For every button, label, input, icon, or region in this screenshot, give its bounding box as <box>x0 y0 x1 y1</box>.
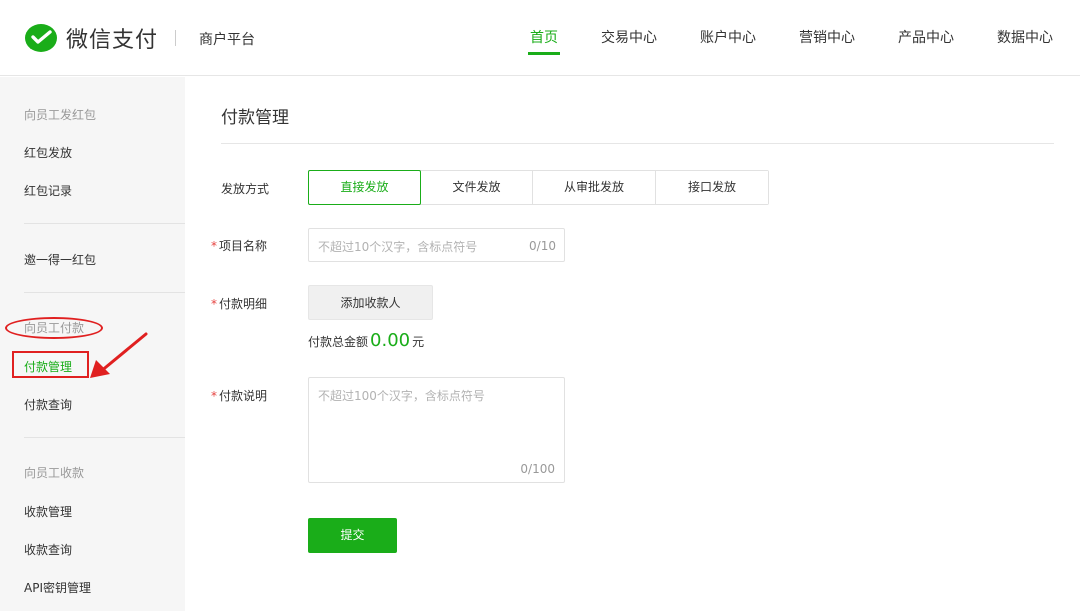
annotation-arrow-icon <box>90 332 148 378</box>
method-api-button[interactable]: 接口发放 <box>656 171 768 204</box>
project-name-placeholder: 不超过10个汉字，含标点符号 <box>318 240 478 254</box>
payment-description-textarea[interactable]: 不超过100个汉字，含标点符号 0/100 <box>308 377 565 483</box>
method-file-button[interactable]: 文件发放 <box>421 171 533 204</box>
method-direct-button[interactable]: 直接发放 <box>308 170 421 205</box>
sidebar-divider <box>24 292 185 293</box>
payment-description-placeholder: 不超过100个汉字，含标点符号 <box>318 389 485 403</box>
sidebar-item-invite-red-packet[interactable]: 邀一得一红包 <box>24 251 96 268</box>
sidebar-item-red-packet-records[interactable]: 红包记录 <box>24 182 72 199</box>
project-name-label-text: 项目名称 <box>219 239 268 253</box>
project-name-input[interactable]: 不超过10个汉字，含标点符号 0/10 <box>308 228 565 262</box>
sidebar-item-payment-query[interactable]: 付款查询 <box>24 396 72 413</box>
title-divider <box>221 143 1054 144</box>
payment-description-label: * 付款说明 <box>211 387 268 404</box>
total-amount-label: 付款总金额 <box>308 335 369 349</box>
page-title: 付款管理 <box>221 108 289 128</box>
sidebar-item-red-packet-send[interactable]: 红包发放 <box>24 144 72 161</box>
payment-detail-label-text: 付款明细 <box>219 297 268 311</box>
method-approval-button[interactable]: 从审批发放 <box>533 171 656 204</box>
nav-active-indicator <box>528 52 560 55</box>
wechat-pay-logo-icon <box>25 24 57 52</box>
method-segmented-control: 直接发放 文件发放 从审批发放 接口发放 <box>308 170 769 205</box>
nav-transactions[interactable]: 交易中心 <box>601 27 657 47</box>
top-header: 微信支付 商户平台 首页 交易中心 账户中心 营销中心 产品中心 数据中心 <box>0 0 1080 76</box>
submit-button[interactable]: 提交 <box>308 518 397 553</box>
nav-marketing[interactable]: 营销中心 <box>799 27 855 47</box>
total-amount-unit: 元 <box>412 335 425 349</box>
project-name-counter: 0/10 <box>529 239 556 253</box>
payment-description-label-text: 付款说明 <box>219 389 268 403</box>
sidebar-section-collection: 向员工收款 <box>24 466 85 480</box>
brand-name: 微信支付 <box>66 28 159 53</box>
nav-home[interactable]: 首页 <box>530 27 558 47</box>
sidebar-item-collection-management[interactable]: 收款管理 <box>24 503 72 520</box>
total-amount-value: 0.00 <box>370 330 411 351</box>
nav-account[interactable]: 账户中心 <box>700 27 756 47</box>
required-asterisk: * <box>211 297 217 311</box>
total-amount: 付款总金额 0.00 元 <box>308 330 424 351</box>
sidebar-item-collection-query[interactable]: 收款查询 <box>24 541 72 558</box>
brand-subtitle: 商户平台 <box>199 32 255 48</box>
required-asterisk: * <box>211 389 217 403</box>
sidebar-item-api-key[interactable]: API密钥管理 <box>24 579 91 596</box>
project-name-label: * 项目名称 <box>211 237 268 254</box>
required-asterisk: * <box>211 239 217 253</box>
brand-divider <box>175 30 176 46</box>
method-label: 发放方式 <box>221 182 270 196</box>
sidebar-section-red-packet: 向员工发红包 <box>24 108 97 122</box>
nav-products[interactable]: 产品中心 <box>898 27 954 47</box>
payment-detail-label: * 付款明细 <box>211 295 268 312</box>
sidebar-divider <box>24 223 185 224</box>
payment-description-counter: 0/100 <box>520 462 555 476</box>
sidebar-divider <box>24 437 185 438</box>
annotation-rectangle <box>12 351 89 378</box>
nav-data[interactable]: 数据中心 <box>997 27 1053 47</box>
add-payee-button[interactable]: 添加收款人 <box>308 285 433 320</box>
